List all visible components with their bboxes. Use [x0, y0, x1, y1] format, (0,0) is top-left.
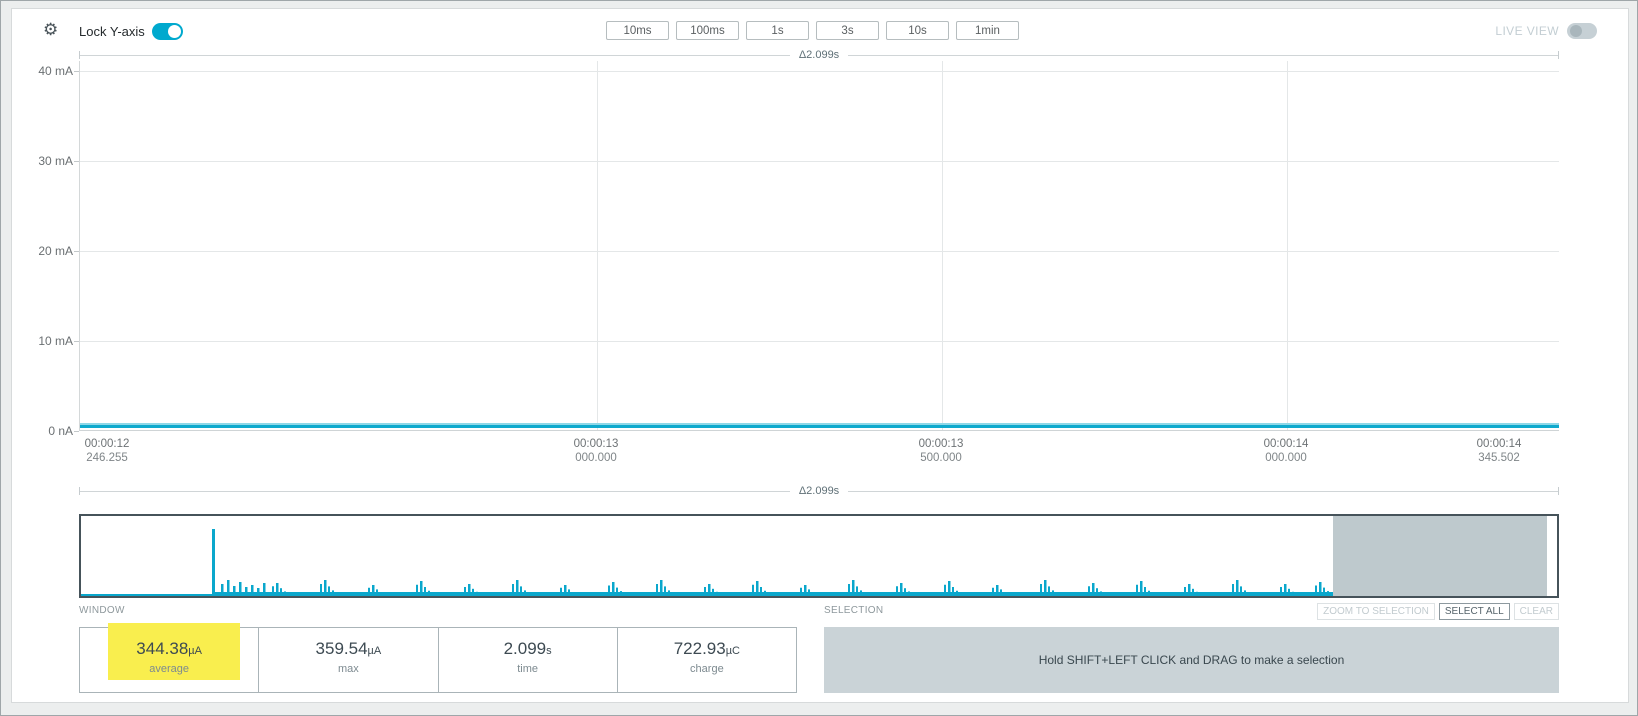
gridline	[80, 251, 1559, 252]
window-delta-top: Δ2.099s	[79, 48, 1559, 62]
time-window-button-1min[interactable]: 1min	[956, 21, 1019, 40]
selection-buttons: ZOOM TO SELECTIONSELECT ALLCLEAR	[1241, 603, 1559, 620]
stat-unit: µC	[726, 645, 740, 657]
lock-y-axis-label: Lock Y-axis	[79, 24, 145, 39]
selection-pane-label: SELECTION	[824, 605, 883, 616]
x-tick-time: 00:00:12	[47, 437, 167, 451]
main-chart-plot[interactable]	[79, 61, 1559, 431]
x-tick-time: 00:00:13	[536, 437, 656, 451]
stat-label: charge	[618, 663, 796, 675]
time-window-button-3s[interactable]: 3s	[816, 21, 879, 40]
gridline	[597, 61, 598, 430]
time-window-button-10s[interactable]: 10s	[886, 21, 949, 40]
y-axis-tick-mark	[74, 431, 79, 432]
select-all-button[interactable]: SELECT ALL	[1439, 603, 1510, 620]
stat-label: max	[259, 663, 437, 675]
selection-hint-text: Hold SHIFT+LEFT CLICK and DRAG to make a…	[1039, 653, 1345, 667]
minimap-view-region[interactable]	[1333, 516, 1547, 596]
delta-line	[80, 55, 790, 56]
stat-average: 344.38µA average	[80, 628, 258, 692]
gridline	[80, 71, 1559, 72]
time-window-button-10ms[interactable]: 10ms	[606, 21, 669, 40]
stat-value: 344.38µA	[80, 639, 258, 659]
x-tick-fraction: 000.000	[536, 451, 656, 465]
x-tick-fraction: 246.255	[47, 451, 167, 465]
current-trace	[80, 425, 1559, 428]
live-view-toggle[interactable]	[1567, 23, 1597, 39]
x-tick-time: 00:00:14	[1439, 437, 1559, 451]
lock-y-axis-toggle[interactable]	[152, 23, 183, 40]
stat-value: 722.93µC	[618, 639, 796, 659]
time-window-buttons: 10ms 100ms 1s 3s 10s 1min	[606, 21, 1026, 40]
delta-end-tick	[1558, 487, 1559, 495]
stat-label: time	[439, 663, 617, 675]
gridline	[1287, 61, 1288, 430]
stat-label: average	[80, 663, 258, 675]
window-pane-label: WINDOW	[79, 605, 125, 616]
clear-button[interactable]: CLEAR	[1514, 603, 1559, 620]
gridline	[80, 341, 1559, 342]
live-view-label: LIVE VIEW	[1471, 24, 1559, 38]
stat-time: 2.099s time	[438, 628, 617, 692]
time-window-button-1s[interactable]: 1s	[746, 21, 809, 40]
delta-value: Δ2.099s	[790, 49, 848, 61]
zoom-to-selection-button[interactable]: ZOOM TO SELECTION	[1317, 603, 1435, 620]
toggle-knob	[168, 25, 181, 38]
delta-line	[848, 55, 1558, 56]
stat-charge: 722.93µC charge	[617, 628, 796, 692]
x-axis-tick-label: 00:00:13000.000	[536, 437, 656, 465]
stat-value: 2.099s	[439, 639, 617, 659]
x-tick-fraction: 000.000	[1226, 451, 1346, 465]
window-stats: 344.38µA average359.54µA max2.099s time722.…	[79, 627, 797, 693]
stat-unit: s	[546, 645, 552, 657]
x-tick-time: 00:00:14	[1226, 437, 1346, 451]
x-axis-tick-label: 00:00:13500.000	[881, 437, 1001, 465]
stat-value: 359.54µA	[259, 639, 437, 659]
x-axis-tick-label: 00:00:14345.502	[1439, 437, 1559, 465]
x-tick-fraction: 500.000	[881, 451, 1001, 465]
x-tick-fraction: 345.502	[1439, 451, 1559, 465]
delta-line	[848, 491, 1558, 492]
gear-icon[interactable]: ⚙	[43, 20, 58, 40]
window-delta-bottom: Δ2.099s	[79, 484, 1559, 498]
gridline	[80, 161, 1559, 162]
delta-value: Δ2.099s	[790, 485, 848, 497]
selection-hint-box[interactable]: Hold SHIFT+LEFT CLICK and DRAG to make a…	[824, 627, 1559, 693]
y-axis-tick-label: 40 mA	[13, 63, 73, 79]
x-axis-tick-label: 00:00:12246.255	[47, 437, 167, 465]
x-tick-time: 00:00:13	[881, 437, 1001, 451]
minimap[interactable]	[79, 514, 1559, 598]
delta-line	[80, 491, 790, 492]
time-window-button-100ms[interactable]: 100ms	[676, 21, 739, 40]
delta-end-tick	[1558, 51, 1559, 59]
stat-unit: µA	[368, 645, 382, 657]
y-axis-tick-label: 30 mA	[13, 153, 73, 169]
y-axis-tick-label: 20 mA	[13, 243, 73, 259]
y-axis-tick-label: 10 mA	[13, 333, 73, 349]
gridline	[942, 61, 943, 430]
x-axis-tick-label: 00:00:14000.000	[1226, 437, 1346, 465]
app-frame: ⚙ Lock Y-axis 10ms 100ms 1s 3s 10s 1min LIVE …	[0, 0, 1638, 716]
toggle-knob	[1570, 25, 1582, 37]
stat-max: 359.54µA max	[258, 628, 437, 692]
stat-unit: µA	[188, 645, 202, 657]
